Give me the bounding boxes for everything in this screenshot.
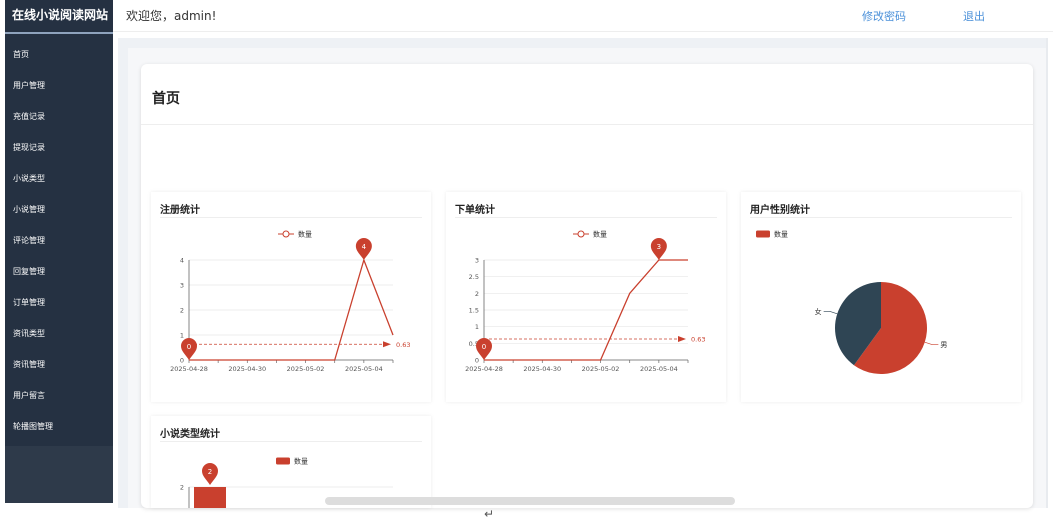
gender-pie-chart: 数量男 女	[756, 230, 947, 374]
average-arrow	[383, 341, 391, 348]
x-tick-label: 2025-04-30	[228, 365, 266, 373]
y-tick-label: 1	[475, 323, 479, 331]
sidebar-item-users[interactable]: 用户管理	[5, 70, 113, 101]
y-tick-label: 2	[180, 307, 184, 315]
x-tick-label: 2025-05-04	[640, 365, 678, 373]
register-line-chart: 数量012342025-04-28 2025-04-30 2025-05-02 202…	[170, 230, 410, 374]
sidebar-item-withdraw[interactable]: 提现记录	[5, 132, 113, 163]
x-tick-label: 2025-04-28	[465, 365, 503, 373]
y-tick-label: 3	[475, 257, 479, 265]
markpoint-max: 2	[202, 463, 218, 485]
pie-label-line	[924, 341, 939, 346]
page-title: 首页	[152, 91, 180, 107]
sidebar-item-recharge[interactable]: 充值记录	[5, 101, 113, 132]
legend-label: 数量	[298, 230, 312, 239]
legend-label: 数量	[294, 457, 308, 466]
sidebar-item-novel-types[interactable]: 小说类型	[5, 163, 113, 194]
y-tick-label: 0	[180, 357, 184, 365]
sidebar-menu: 首页 用户管理 充值记录 提现记录 小说类型 小说管理 评论管理 回复管理 订单…	[5, 34, 113, 446]
register-stats-card: 注册统计 数量 0 1 2 3 4 2025-04-28 2025-04-30 2025-05-…	[151, 192, 431, 402]
legend-marker	[577, 230, 585, 238]
pie-label-line	[823, 310, 838, 315]
x-tick-label: 2025-05-02	[287, 365, 325, 373]
title-divider	[141, 124, 1033, 125]
sidebar-item-news[interactable]: 资讯管理	[5, 349, 113, 380]
markpoint-label: 0	[482, 343, 486, 351]
markpoint-max: 4	[355, 238, 372, 260]
sidebar-item-messages[interactable]: 用户留言	[5, 380, 113, 411]
average-label: 0.63	[396, 341, 410, 349]
y-tick-label: 2	[475, 290, 479, 298]
return-icon: ↵	[484, 507, 495, 521]
novel-type-stats-card: 小说类型统计 数量 2 2	[151, 416, 431, 508]
markpoint-max: 3	[650, 238, 667, 260]
y-tick-label: 2	[180, 484, 184, 492]
logout-link[interactable]: 退出	[963, 8, 985, 24]
sidebar-item-news-types[interactable]: 资讯类型	[5, 318, 113, 349]
bar	[194, 487, 226, 508]
y-tick-label: 0	[475, 357, 479, 365]
y-tick-label: 1.5	[469, 307, 479, 315]
legend-label: 数量	[593, 230, 607, 239]
markpoint-label: 2	[208, 468, 212, 476]
pie-slice-label: 女	[815, 307, 822, 316]
y-tick-label: 2.5	[469, 273, 479, 281]
app-window: 在线小说阅读网站 首页 用户管理 充值记录 提现记录 小说类型 小说管理 评论管…	[0, 0, 1053, 521]
order-stats-card: 下单统计 数量 0 0.5 1 1.5 2 2.5 3 2025-04-28 2025-04-30…	[446, 192, 726, 402]
sidebar-item-home[interactable]: 首页	[5, 34, 113, 70]
sidebar-item-replies[interactable]: 回复管理	[5, 256, 113, 287]
markpoint-label: 0	[187, 343, 191, 351]
y-tick-label: 3	[180, 282, 184, 290]
top-header: 欢迎您，admin! 修改密码 退出	[113, 0, 1053, 32]
average-arrow	[678, 336, 686, 342]
gender-stats-card: 用户性别统计 数量男女	[741, 192, 1021, 402]
pie-slice-label: 男	[940, 341, 947, 349]
x-tick-label: 2025-04-30	[523, 365, 561, 373]
legend-label: 数量	[774, 230, 788, 239]
legend-marker	[282, 230, 290, 238]
sidebar-item-comments[interactable]: 评论管理	[5, 225, 113, 256]
markpoint-label: 4	[362, 243, 367, 251]
y-tick-label: 4	[180, 257, 184, 265]
legend-swatch	[276, 457, 290, 465]
novel-type-bar-chart: 数量 2 2	[180, 457, 393, 508]
sidebar: 在线小说阅读网站 首页 用户管理 充值记录 提现记录 小说类型 小说管理 评论管…	[5, 0, 113, 503]
x-tick-label: 2025-05-04	[345, 365, 383, 373]
order-line-chart: 数量00.511.522.532025-04-28 2025-04-30 2025-…	[465, 230, 705, 374]
x-tick-label: 2025-05-02	[582, 365, 620, 373]
change-password-link[interactable]: 修改密码	[862, 8, 906, 24]
horizontal-scrollbar[interactable]	[325, 497, 735, 505]
site-title: 在线小说阅读网站	[5, 0, 113, 34]
legend-swatch	[756, 230, 770, 238]
markpoint-label: 3	[657, 243, 661, 251]
sidebar-item-novels[interactable]: 小说管理	[5, 194, 113, 225]
welcome-text: 欢迎您，admin!	[126, 9, 217, 23]
average-label: 0.63	[691, 336, 705, 344]
sidebar-item-carousel[interactable]: 轮播图管理	[5, 411, 113, 442]
content-border	[1046, 38, 1048, 508]
sidebar-item-orders[interactable]: 订单管理	[5, 287, 113, 318]
x-tick-label: 2025-04-28	[170, 365, 208, 373]
y-tick-label: 1	[180, 332, 184, 340]
